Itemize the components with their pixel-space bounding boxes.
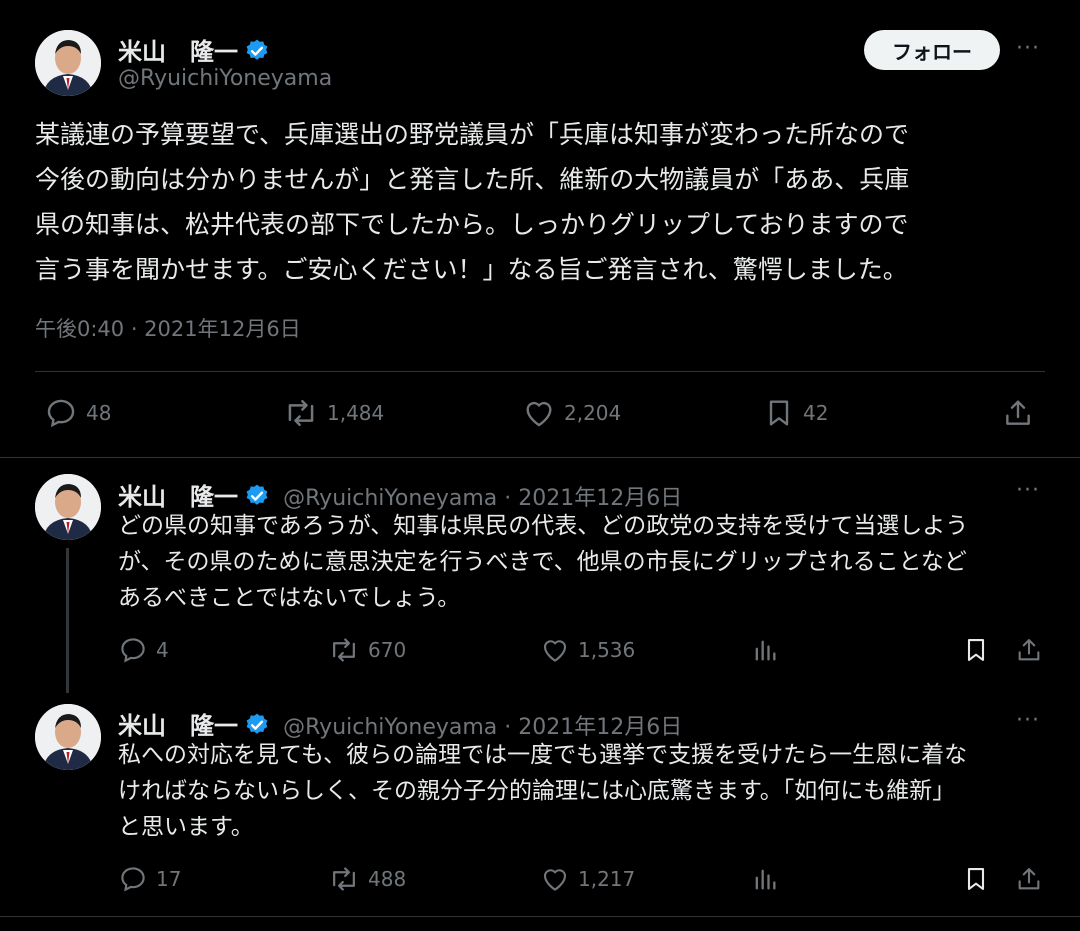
like-button[interactable]: 1,536 bbox=[540, 635, 635, 665]
avatar[interactable] bbox=[35, 704, 101, 770]
reply-button[interactable]: 48 bbox=[44, 396, 111, 430]
reply-button[interactable]: 4 bbox=[118, 635, 169, 665]
reply-button[interactable]: 17 bbox=[118, 864, 181, 894]
reply-text: どの県の知事であろうが、知事は県民の代表、どの政党の支持を受けて当選しよう が、… bbox=[118, 513, 969, 611]
repost-button[interactable]: 670 bbox=[328, 635, 406, 665]
share-button[interactable] bbox=[1002, 396, 1042, 430]
share-icon bbox=[1018, 868, 1040, 890]
thread-line bbox=[66, 548, 69, 693]
author-name-text[interactable]: 米山 隆一 bbox=[118, 38, 238, 66]
like-count: 1,536 bbox=[578, 638, 636, 662]
follow-button[interactable]: フォロー bbox=[864, 30, 1000, 70]
author-handle[interactable]: @RyuichiYoneyama bbox=[118, 66, 332, 91]
author-name[interactable]: 米山 隆一 bbox=[118, 712, 238, 740]
share-button[interactable] bbox=[1015, 864, 1051, 894]
repost-icon bbox=[333, 867, 355, 891]
divider bbox=[35, 371, 1045, 372]
avatar[interactable] bbox=[35, 474, 101, 540]
bookmark-icon bbox=[967, 868, 985, 890]
repost-count: 670 bbox=[368, 638, 407, 662]
reply-icon bbox=[121, 867, 145, 892]
repost-icon bbox=[333, 638, 355, 662]
repost-button[interactable]: 1,484 bbox=[283, 396, 384, 430]
heart-icon bbox=[543, 869, 567, 891]
author-name[interactable]: 米山 隆一 bbox=[118, 483, 238, 511]
analytics-icon bbox=[755, 640, 776, 661]
more-options-icon[interactable]: ··· bbox=[1016, 478, 1040, 503]
analytics-button[interactable] bbox=[751, 864, 787, 894]
bookmark-count: 42 bbox=[803, 401, 829, 425]
repost-count: 1,484 bbox=[327, 401, 385, 425]
author-name[interactable]: 米山 隆一 bbox=[118, 32, 270, 70]
heart-icon bbox=[526, 401, 552, 427]
analytics-icon bbox=[755, 869, 776, 890]
more-options-icon[interactable]: ··· bbox=[1016, 708, 1040, 733]
tweet-timestamp[interactable]: 午後0:40 · 2021年12月6日 bbox=[35, 313, 301, 343]
repost-icon bbox=[288, 399, 314, 427]
reply-count: 4 bbox=[156, 638, 169, 662]
divider bbox=[0, 457, 1080, 458]
share-icon bbox=[1006, 400, 1030, 425]
divider bbox=[0, 916, 1080, 917]
analytics-button[interactable] bbox=[751, 635, 787, 665]
more-options-icon[interactable]: ··· bbox=[1016, 36, 1040, 61]
repost-button[interactable]: 488 bbox=[328, 864, 406, 894]
like-count: 2,204 bbox=[564, 401, 622, 425]
repost-count: 488 bbox=[368, 867, 407, 891]
bookmark-button[interactable] bbox=[962, 635, 998, 665]
heart-icon bbox=[543, 640, 567, 662]
reply-count: 48 bbox=[86, 401, 112, 425]
reply-icon bbox=[121, 638, 145, 663]
avatar[interactable] bbox=[35, 30, 101, 96]
tweet-text: 某議連の予算要望で、兵庫選出の野党議員が「兵庫は知事が変わった所なので 今後の動… bbox=[35, 120, 910, 284]
bookmark-button[interactable]: 42 bbox=[763, 396, 828, 430]
share-icon bbox=[1018, 639, 1040, 661]
like-button[interactable]: 2,204 bbox=[522, 396, 621, 430]
like-count: 1,217 bbox=[578, 867, 636, 891]
reply-text: 私への対応を見ても、彼らの論理では一度でも選挙で支援を受けたら一生恩に着な けれ… bbox=[118, 742, 968, 840]
share-button[interactable] bbox=[1015, 635, 1051, 665]
bookmark-button[interactable] bbox=[962, 864, 998, 894]
bookmark-icon bbox=[967, 639, 985, 661]
reply-count: 17 bbox=[156, 867, 182, 891]
reply-icon bbox=[47, 399, 75, 428]
bookmark-icon bbox=[769, 400, 789, 426]
like-button[interactable]: 1,217 bbox=[540, 864, 635, 894]
